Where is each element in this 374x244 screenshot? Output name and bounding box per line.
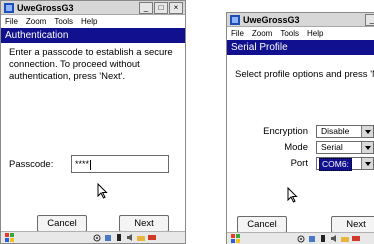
title-bar: UweGrossG3 _ □ × <box>1 1 185 15</box>
keyboard-icon[interactable] <box>148 233 156 242</box>
menu-file[interactable]: File <box>5 16 18 27</box>
signal-icon[interactable] <box>104 233 112 242</box>
windows-logo-icon[interactable] <box>229 233 243 244</box>
window-controls: _ □ × <box>139 2 183 14</box>
wifi-icon[interactable] <box>93 233 101 242</box>
folder-icon[interactable] <box>137 233 145 242</box>
close-button[interactable]: × <box>169 2 183 14</box>
page-title: Authentication <box>1 28 185 43</box>
passcode-label: Passcode: <box>9 159 54 170</box>
encryption-row: Encryption Disable <box>227 125 374 139</box>
chevron-down-icon[interactable] <box>361 158 373 169</box>
app-icon <box>4 3 14 13</box>
menu-file[interactable]: File <box>231 28 244 39</box>
encryption-select[interactable]: Disable <box>316 125 374 138</box>
taskbar <box>227 232 374 244</box>
app-title: UweGrossG3 <box>17 3 74 13</box>
text-caret <box>90 159 92 170</box>
menu-tools[interactable]: Tools <box>280 28 299 39</box>
window-controls: _ □ <box>365 14 374 26</box>
mode-select[interactable]: Serial <box>316 141 374 154</box>
port-label: Port <box>290 158 308 169</box>
menu-bar: File Zoom Tools Help <box>1 16 185 27</box>
wifi-icon[interactable] <box>297 234 305 243</box>
system-tray <box>297 234 360 244</box>
battery-icon[interactable] <box>319 234 327 243</box>
authentication-window: UweGrossG3 _ □ × File Zoom Tools Help Au… <box>0 0 186 244</box>
minimize-button[interactable]: _ <box>139 2 153 14</box>
menu-tools[interactable]: Tools <box>54 16 73 27</box>
menu-zoom[interactable]: Zoom <box>252 28 272 39</box>
taskbar <box>1 231 185 243</box>
serial-profile-window: UweGrossG3 _ □ File Zoom Tools Help Seri… <box>226 12 374 244</box>
description-text: Select profile options and press 'Next'. <box>235 69 374 80</box>
menu-zoom[interactable]: Zoom <box>26 16 46 27</box>
chevron-down-icon[interactable] <box>361 142 373 153</box>
minimize-button[interactable]: _ <box>365 14 374 26</box>
description-text: Enter a passcode to establish a secure c… <box>9 47 173 82</box>
mode-row: Mode Serial <box>227 141 374 155</box>
windows-logo-icon[interactable] <box>3 232 17 243</box>
next-button[interactable]: Next <box>119 215 169 232</box>
app-icon <box>230 15 240 25</box>
passcode-input[interactable]: **** <box>71 155 169 173</box>
port-select[interactable]: COM6: <box>316 157 374 171</box>
next-button[interactable]: Next <box>331 216 374 233</box>
maximize-button[interactable]: □ <box>154 2 168 14</box>
encryption-label: Encryption <box>263 126 308 137</box>
system-tray <box>93 233 156 243</box>
mode-value: Serial <box>321 142 343 152</box>
page-title: Serial Profile <box>227 40 374 55</box>
port-row: Port COM6: <box>227 157 374 171</box>
cancel-button[interactable]: Cancel <box>237 216 287 233</box>
menu-bar: File Zoom Tools Help <box>227 28 374 39</box>
cancel-button[interactable]: Cancel <box>37 215 87 232</box>
title-bar: UweGrossG3 _ □ <box>227 13 374 27</box>
battery-icon[interactable] <box>115 233 123 242</box>
app-title: UweGrossG3 <box>243 15 300 25</box>
passcode-value: **** <box>75 159 90 169</box>
keyboard-icon[interactable] <box>352 234 360 243</box>
menu-help[interactable]: Help <box>307 28 323 39</box>
speaker-icon[interactable] <box>126 233 134 242</box>
folder-icon[interactable] <box>341 234 349 243</box>
signal-icon[interactable] <box>308 234 316 243</box>
arrow-cursor-icon <box>97 183 108 199</box>
chevron-down-icon[interactable] <box>361 126 373 137</box>
port-value: COM6: <box>319 158 352 171</box>
menu-help[interactable]: Help <box>81 16 97 27</box>
mode-label: Mode <box>284 142 308 153</box>
encryption-value: Disable <box>321 126 350 136</box>
arrow-cursor-icon <box>287 187 298 203</box>
speaker-icon[interactable] <box>330 234 338 243</box>
